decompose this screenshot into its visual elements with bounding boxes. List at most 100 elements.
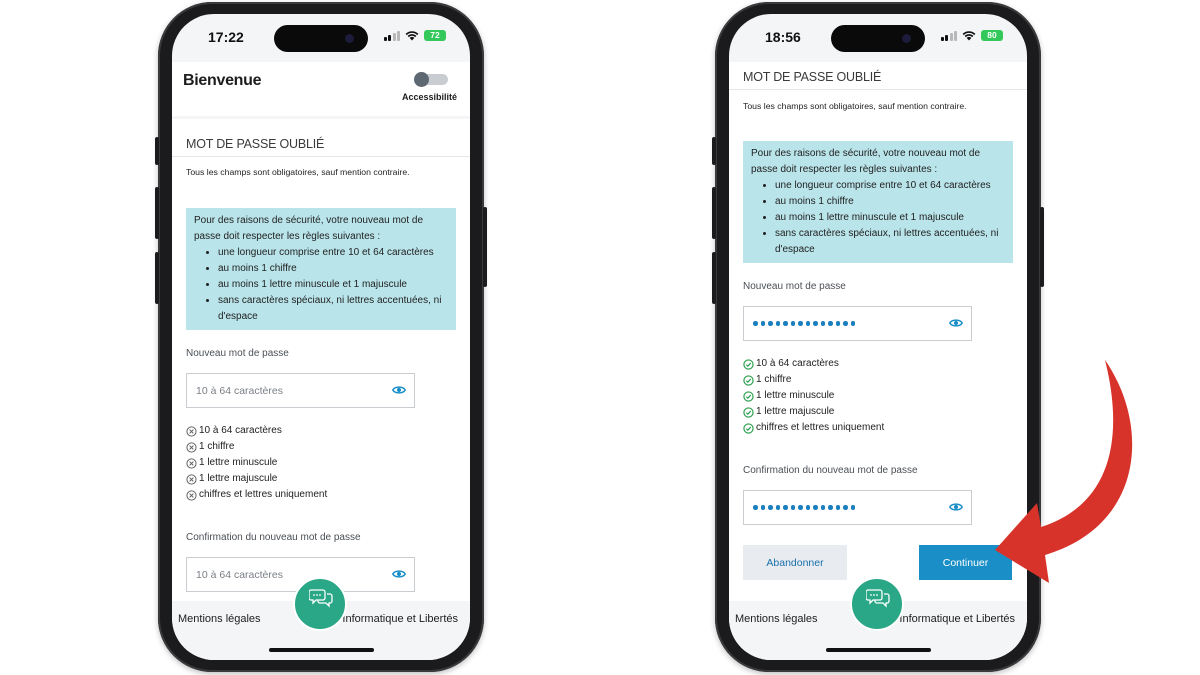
password-dot	[820, 321, 825, 326]
check-text: 1 chiffre	[199, 441, 235, 452]
confirm-password-input[interactable]	[743, 490, 972, 525]
password-rule-item: au moins 1 lettre minuscule et 1 majuscu…	[218, 277, 448, 293]
check-row: chiffres et lettres uniquement	[186, 487, 327, 503]
password-dot	[768, 505, 773, 510]
legal-notice-link[interactable]: Mentions légales	[178, 613, 261, 625]
check-circle-icon	[743, 406, 754, 418]
masked-password	[753, 321, 855, 326]
show-password-eye-icon[interactable]	[392, 385, 406, 395]
masked-password	[753, 505, 855, 510]
confirm-password-placeholder: 10 à 64 caractères	[196, 568, 283, 581]
password-dot	[753, 321, 758, 326]
show-password-eye-icon[interactable]	[949, 318, 963, 328]
password-dot	[835, 505, 840, 510]
password-rule-item: une longueur comprise entre 10 et 64 car…	[775, 178, 1005, 194]
battery-icon: 72	[424, 30, 446, 41]
password-dot	[835, 321, 840, 326]
check-row: 10 à 64 caractères	[186, 423, 327, 439]
password-dot	[843, 321, 848, 326]
show-password-eye-icon[interactable]	[392, 569, 406, 579]
confirm-password-label: Confirmation du nouveau mot de passe	[186, 532, 361, 543]
chat-fab-button[interactable]	[293, 577, 347, 631]
phone-left: 17:22 72 Bienvenue Accessibilité MOT DE …	[155, 2, 487, 672]
password-dot	[790, 321, 795, 326]
password-rule-item: au moins 1 chiffre	[218, 261, 448, 277]
phone-power-button	[483, 207, 487, 287]
password-dot	[850, 505, 855, 510]
chat-bubbles-icon	[866, 589, 890, 608]
password-rules-intro: Pour des raisons de sécurité, votre nouv…	[751, 148, 981, 175]
password-dot	[760, 505, 765, 510]
password-rules-box: Pour des raisons de sécurité, votre nouv…	[743, 141, 1013, 263]
home-indicator	[269, 648, 374, 652]
check-circle-icon	[743, 390, 754, 402]
password-dot	[760, 321, 765, 326]
check-text: 1 lettre majuscule	[756, 406, 835, 417]
abandon-button[interactable]: Abandonner	[743, 545, 847, 580]
accessibility-toggle[interactable]	[414, 72, 448, 87]
password-rules-box: Pour des raisons de sécurité, votre nouv…	[186, 208, 456, 330]
x-circle-icon	[186, 489, 197, 501]
password-dot	[798, 505, 803, 510]
wifi-icon	[405, 31, 419, 41]
new-password-input[interactable]	[743, 306, 972, 341]
password-rule-item: une longueur comprise entre 10 et 64 car…	[218, 245, 448, 261]
show-password-eye-icon[interactable]	[949, 502, 963, 512]
section-title: MOT DE PASSE OUBLIÉ	[186, 137, 325, 151]
password-dot	[775, 505, 780, 510]
password-rule-item: au moins 1 lettre minuscule et 1 majuscu…	[775, 210, 1005, 226]
privacy-link[interactable]: Informatique et Libertés	[342, 613, 458, 625]
wifi-icon	[962, 31, 976, 41]
password-rules-list: une longueur comprise entre 10 et 64 car…	[775, 178, 1005, 258]
privacy-link[interactable]: Informatique et Libertés	[899, 613, 1015, 625]
phone-side-button	[155, 137, 159, 165]
dynamic-island	[274, 25, 368, 52]
accessibility-toggle-label: Accessibilité	[401, 92, 457, 102]
check-text: 1 lettre majuscule	[199, 473, 278, 484]
check-row: 1 chiffre	[743, 372, 884, 388]
cellular-signal-icon	[940, 30, 957, 41]
phone-volume-down-button	[712, 252, 716, 304]
page-title: Bienvenue	[183, 72, 262, 89]
check-row: 1 chiffre	[186, 439, 327, 455]
password-dot	[813, 321, 818, 326]
password-dot	[805, 505, 810, 510]
password-dot	[805, 321, 810, 326]
new-password-label: Nouveau mot de passe	[743, 281, 846, 292]
phone-volume-up-button	[155, 187, 159, 239]
password-dot	[768, 321, 773, 326]
new-password-placeholder: 10 à 64 caractères	[196, 384, 283, 397]
divider	[729, 89, 1027, 90]
cellular-signal-icon	[383, 30, 400, 41]
status-icons: 72	[383, 30, 446, 41]
check-row: 1 lettre minuscule	[186, 455, 327, 471]
check-row: 10 à 64 caractères	[743, 356, 884, 372]
check-text: 1 lettre minuscule	[756, 390, 835, 401]
check-text: 10 à 64 caractères	[756, 358, 839, 369]
x-circle-icon	[186, 441, 197, 453]
new-password-input[interactable]: 10 à 64 caractères	[186, 373, 415, 408]
phone-volume-down-button	[155, 252, 159, 304]
chat-fab-button[interactable]	[850, 577, 904, 631]
confirm-password-label: Confirmation du nouveau mot de passe	[743, 465, 918, 476]
password-rule-item: au moins 1 chiffre	[775, 194, 1005, 210]
status-icons: 80	[940, 30, 1003, 41]
password-dot	[820, 505, 825, 510]
check-circle-icon	[743, 422, 754, 434]
password-rule-item: sans caractères spéciaux, ni lettres acc…	[218, 293, 448, 325]
section-title: MOT DE PASSE OUBLIÉ	[743, 70, 882, 84]
password-dot	[798, 321, 803, 326]
check-row: 1 lettre majuscule	[186, 471, 327, 487]
legal-notice-link[interactable]: Mentions légales	[735, 613, 818, 625]
x-circle-icon	[186, 457, 197, 469]
password-dot	[843, 505, 848, 510]
password-rules-list: une longueur comprise entre 10 et 64 car…	[218, 245, 448, 325]
phone-volume-up-button	[712, 187, 716, 239]
chat-bubbles-icon	[309, 589, 333, 608]
password-dot	[783, 505, 788, 510]
password-dot	[790, 505, 795, 510]
check-circle-icon	[743, 358, 754, 370]
password-dot	[828, 505, 833, 510]
check-row: chiffres et lettres uniquement	[743, 420, 884, 436]
check-circle-icon	[743, 374, 754, 386]
